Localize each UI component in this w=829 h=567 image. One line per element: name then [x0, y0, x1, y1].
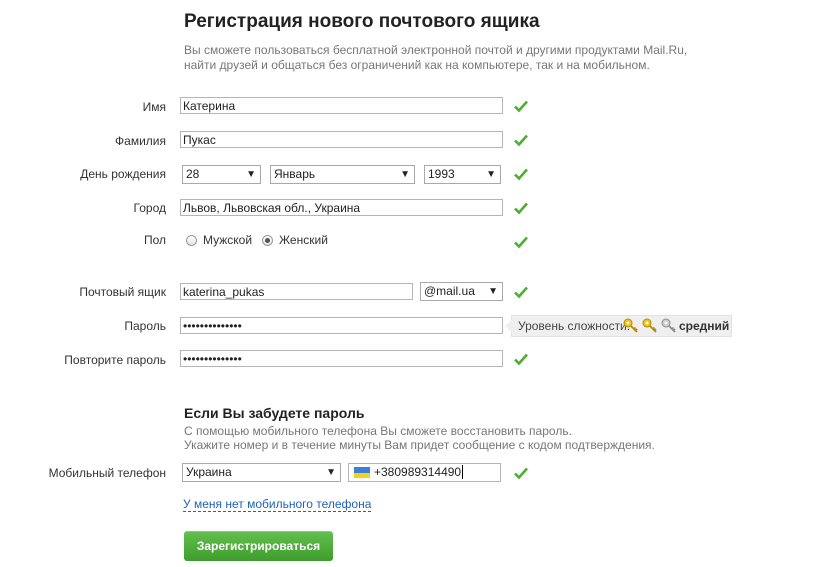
password-repeat-label: Повторите пароль: [64, 353, 166, 367]
last-name-label: Фамилия: [115, 134, 166, 148]
gender-label: Пол: [143, 233, 166, 247]
mailbox-input[interactable]: [180, 283, 413, 300]
ukraine-flag-icon: [354, 467, 370, 478]
gender-female-radio[interactable]: [262, 235, 273, 246]
first-name-input[interactable]: [180, 97, 503, 114]
birthday-label: День рождения: [80, 167, 166, 181]
city-label: Город: [133, 201, 166, 215]
check-icon: [513, 465, 529, 481]
password-strength-level: средний: [679, 319, 730, 333]
page-title: Регистрация нового почтового ящика: [184, 11, 540, 32]
country-select[interactable]: Украина ▼: [182, 463, 341, 482]
chevron-down-icon: ▼: [488, 286, 498, 297]
country-value: Украина: [186, 465, 232, 479]
last-name-input[interactable]: [180, 131, 503, 148]
check-icon: [513, 166, 529, 182]
birthday-year-value: 1993: [428, 167, 455, 181]
recovery-hint-line-1: С помощью мобильного телефона Вы сможете…: [184, 424, 572, 438]
intro-line-2: найти друзей и общаться без ограничений …: [184, 58, 650, 72]
phone-input[interactable]: +380989314490: [348, 463, 501, 482]
password-input[interactable]: ••••••••••••••: [180, 317, 503, 334]
gender-male-label[interactable]: Мужской: [203, 233, 252, 247]
chevron-down-icon: ▼: [400, 169, 410, 180]
check-icon: [513, 351, 529, 367]
intro-text: Вы сможете пользоваться бесплатной элект…: [184, 43, 744, 73]
mailbox-label: Почтовый ящик: [79, 285, 166, 299]
city-input[interactable]: [180, 199, 503, 216]
mailbox-domain-select[interactable]: @mail.ua ▼: [420, 282, 503, 301]
recovery-title: Если Вы забудете пароль: [184, 405, 365, 421]
gender-female-label[interactable]: Женский: [279, 233, 328, 247]
check-icon: [513, 200, 529, 216]
text-cursor: [462, 465, 464, 479]
chevron-down-icon: ▼: [326, 467, 336, 478]
mailbox-domain-value: @mail.ua: [424, 284, 475, 298]
birthday-year-select[interactable]: 1993 ▼: [424, 165, 501, 184]
chevron-down-icon: ▼: [246, 169, 256, 180]
intro-line-1: Вы сможете пользоваться бесплатной элект…: [184, 43, 688, 57]
key-icon: [623, 318, 639, 334]
recovery-hint-line-2: Укажите номер и в течение минуты Вам при…: [184, 438, 655, 452]
check-icon: [513, 132, 529, 148]
no-phone-link[interactable]: У меня нет мобильного телефона: [183, 497, 372, 512]
birthday-day-select[interactable]: 28 ▼: [182, 165, 261, 184]
chevron-down-icon: ▼: [486, 169, 496, 180]
check-icon: [513, 234, 529, 250]
phone-label: Мобильный телефон: [48, 466, 166, 480]
phone-value: +380989314490: [374, 465, 462, 479]
gender-male-radio[interactable]: [186, 235, 197, 246]
recovery-hint: С помощью мобильного телефона Вы сможете…: [184, 424, 655, 452]
password-repeat-input[interactable]: ••••••••••••••: [180, 350, 503, 367]
first-name-label: Имя: [142, 100, 166, 114]
key-icon: [661, 318, 677, 334]
birthday-day-value: 28: [186, 167, 200, 181]
password-strength-indicator: Уровень сложности: средний: [505, 315, 732, 337]
password-label: Пароль: [124, 319, 166, 333]
check-icon: [513, 98, 529, 114]
birthday-month-select[interactable]: Январь ▼: [270, 165, 415, 184]
key-icon: [642, 318, 658, 334]
check-icon: [513, 284, 529, 300]
password-strength-label: Уровень сложности:: [518, 319, 631, 333]
birthday-month-value: Январь: [274, 167, 316, 181]
register-button[interactable]: Зарегистрироваться: [184, 531, 333, 561]
